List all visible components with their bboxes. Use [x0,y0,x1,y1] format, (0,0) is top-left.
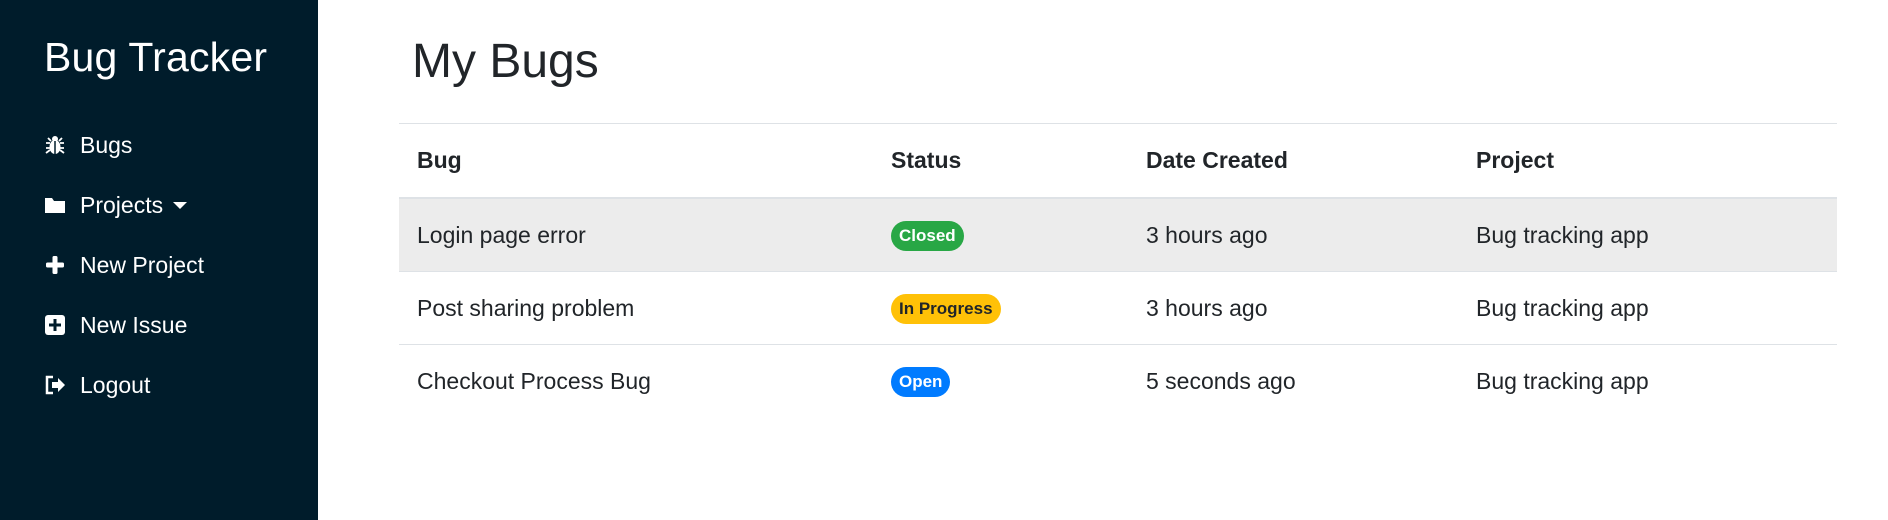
status-badge: In Progress [891,293,1001,324]
sidebar-item-label: New Issue [80,311,188,338]
table-row[interactable]: Login page error Closed 3 hours ago Bug … [399,198,1837,272]
sidebar-item-bugs[interactable]: Bugs [0,115,318,175]
sidebar-item-new-project[interactable]: New Project [0,235,318,295]
date-created-cell: 3 hours ago [1128,271,1458,345]
bug-title-cell[interactable]: Checkout Process Bug [399,345,873,418]
table-header-row: Bug Status Date Created Project [399,123,1837,199]
date-created-cell: 5 seconds ago [1146,367,1296,394]
plus-square-icon [44,314,66,336]
sidebar-item-projects[interactable]: Projects [0,175,318,235]
bug-icon [44,134,66,156]
column-header-bug[interactable]: Bug [399,123,873,199]
sidebar-item-label: Logout [80,371,151,398]
chevron-down-icon [173,201,188,209]
bug-title-cell[interactable]: Login page error [399,198,873,272]
plus-icon [44,254,66,276]
status-badge: Open [891,366,951,397]
sidebar-item-label: New Project [80,251,204,278]
sidebar-item-new-issue[interactable]: New Issue [0,295,318,355]
sidebar: Bug Tracker Bugs Projects New Project Ne… [0,0,318,520]
status-cell: In Progress [873,271,1128,345]
column-header-status[interactable]: Status [873,123,1128,199]
folder-icon [44,194,66,216]
status-cell: Open [873,345,1128,418]
table-row[interactable]: Checkout Process Bug Open 5 seconds ago … [399,345,1837,418]
main-content: My Bugs Bug Status Date Created Project … [318,0,1888,520]
bug-title-cell[interactable]: Post sharing problem [399,271,873,345]
project-cell: Bug tracking app [1458,271,1837,345]
date-created-cell: 3 hours ago [1128,198,1458,272]
sign-out-icon [44,374,66,396]
sidebar-item-logout[interactable]: Logout [0,355,318,415]
sidebar-item-label: Projects [80,191,164,218]
column-header-project[interactable]: Project [1458,123,1837,199]
bugs-table: Bug Status Date Created Project Login pa… [399,123,1837,417]
page-title: My Bugs [412,35,599,88]
app-brand[interactable]: Bug Tracker [44,34,318,81]
project-cell: Bug tracking app [1458,198,1837,272]
table-row[interactable]: Post sharing problem In Progress 3 hours… [399,271,1837,345]
status-cell: Closed [873,198,1128,272]
sidebar-item-label: Bugs [80,131,133,158]
column-header-date-created[interactable]: Date Created [1128,123,1458,199]
status-badge: Closed [891,220,964,251]
project-cell: Bug tracking app [1476,367,1649,394]
